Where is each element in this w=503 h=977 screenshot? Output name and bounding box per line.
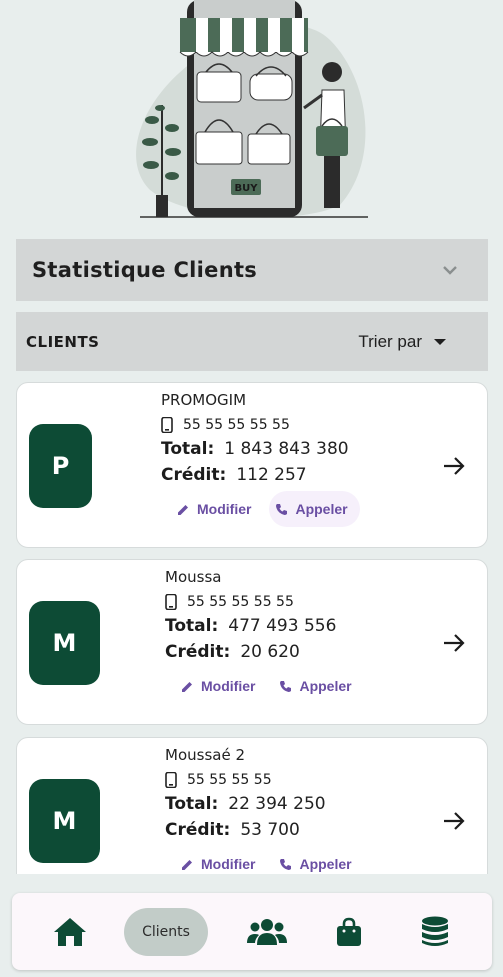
stats-title: Statistique Clients bbox=[32, 258, 258, 282]
credit-label: Crédit: bbox=[161, 465, 227, 485]
phone-icon bbox=[276, 503, 288, 515]
buy-label: BUY bbox=[235, 183, 259, 194]
bottom-navigation: Clients bbox=[12, 893, 492, 970]
sort-dropdown[interactable]: Trier par bbox=[358, 332, 446, 352]
client-info: PROMOGIM 55 55 55 55 55 Total: 1 843 843 … bbox=[161, 391, 360, 527]
edit-button[interactable]: Modifier bbox=[175, 668, 267, 704]
clients-header: CLIENTS Trier par bbox=[16, 312, 488, 371]
sort-label: Trier par bbox=[358, 331, 422, 351]
shopping-bag-icon bbox=[337, 917, 361, 946]
client-list[interactable]: P PROMOGIM 55 55 55 55 55 Total: 1 843 84… bbox=[0, 382, 503, 874]
call-button[interactable]: Appeler bbox=[269, 491, 360, 527]
mobile-phone-icon bbox=[161, 417, 173, 433]
client-card[interactable]: M Moussaé 2 55 55 55 55 Total: 22 394 250… bbox=[16, 737, 488, 874]
credit-value: 20 620 bbox=[240, 642, 300, 662]
pencil-icon bbox=[182, 681, 192, 692]
call-button[interactable]: Appeler bbox=[273, 668, 363, 704]
edit-button[interactable]: Modifier bbox=[175, 846, 267, 874]
avatar: M bbox=[29, 601, 100, 685]
total-label: Total: bbox=[165, 616, 219, 636]
phone-row: 55 55 55 55 55 bbox=[161, 417, 360, 433]
mobile-phone-icon bbox=[165, 594, 177, 610]
client-card[interactable]: M Moussa 55 55 55 55 55 Total: 477 493 55… bbox=[16, 559, 488, 725]
edit-label: Modifier bbox=[201, 856, 256, 872]
nav-clients-label: Clients bbox=[142, 924, 190, 940]
call-label: Appeler bbox=[295, 501, 348, 517]
call-label: Appeler bbox=[299, 856, 352, 872]
total-value: 477 493 556 bbox=[228, 616, 337, 636]
phone-row: 55 55 55 55 bbox=[165, 772, 364, 788]
chevron-down-icon bbox=[443, 266, 457, 275]
home-icon bbox=[54, 918, 86, 946]
pencil-icon bbox=[178, 504, 188, 515]
client-info: Moussaé 2 55 55 55 55 Total: 22 394 250 C… bbox=[165, 746, 364, 874]
credit-value: 112 257 bbox=[236, 465, 307, 485]
client-phone: 55 55 55 55 55 bbox=[183, 417, 290, 433]
phone-row: 55 55 55 55 55 bbox=[165, 594, 364, 610]
caret-down-icon bbox=[434, 338, 446, 345]
database-icon bbox=[422, 916, 448, 946]
client-name: Moussaé 2 bbox=[165, 746, 245, 764]
avatar: P bbox=[29, 424, 92, 508]
nav-shop[interactable] bbox=[334, 908, 364, 956]
avatar: M bbox=[29, 779, 100, 863]
nav-home[interactable] bbox=[50, 908, 90, 956]
nav-database[interactable] bbox=[420, 908, 450, 956]
stats-accordion[interactable]: Statistique Clients bbox=[16, 239, 488, 301]
total-label: Total: bbox=[165, 794, 219, 814]
client-phone: 55 55 55 55 55 bbox=[187, 594, 294, 610]
credit-label: Crédit: bbox=[165, 642, 231, 662]
edit-label: Modifier bbox=[201, 678, 256, 694]
arrow-right-icon[interactable] bbox=[441, 453, 467, 479]
client-name: PROMOGIM bbox=[161, 391, 247, 409]
phone-icon bbox=[280, 680, 292, 692]
pencil-icon bbox=[182, 859, 192, 870]
users-icon bbox=[247, 919, 287, 945]
phone-icon bbox=[280, 858, 292, 870]
arrow-right-icon[interactable] bbox=[441, 630, 467, 656]
client-name: Moussa bbox=[165, 568, 222, 586]
edit-label: Modifier bbox=[197, 501, 252, 517]
total-value: 22 394 250 bbox=[228, 794, 326, 814]
mobile-phone-icon bbox=[165, 772, 177, 788]
nav-clients[interactable]: Clients bbox=[124, 908, 208, 956]
client-card[interactable]: P PROMOGIM 55 55 55 55 55 Total: 1 843 84… bbox=[16, 382, 488, 548]
clients-label: CLIENTS bbox=[26, 332, 100, 351]
total-label: Total: bbox=[161, 439, 215, 459]
client-phone: 55 55 55 55 bbox=[187, 772, 272, 788]
credit-value: 53 700 bbox=[240, 820, 300, 840]
client-info: Moussa 55 55 55 55 55 Total: 477 493 556 … bbox=[165, 568, 364, 704]
call-button[interactable]: Appeler bbox=[273, 846, 363, 874]
shop-illustration: BUY bbox=[136, 0, 368, 218]
edit-button[interactable]: Modifier bbox=[171, 491, 263, 527]
arrow-right-icon[interactable] bbox=[441, 808, 467, 834]
call-label: Appeler bbox=[299, 678, 352, 694]
credit-label: Crédit: bbox=[165, 820, 231, 840]
total-value: 1 843 843 380 bbox=[224, 439, 349, 459]
phone-store-icon: BUY bbox=[179, 0, 309, 217]
nav-users[interactable] bbox=[246, 908, 288, 956]
